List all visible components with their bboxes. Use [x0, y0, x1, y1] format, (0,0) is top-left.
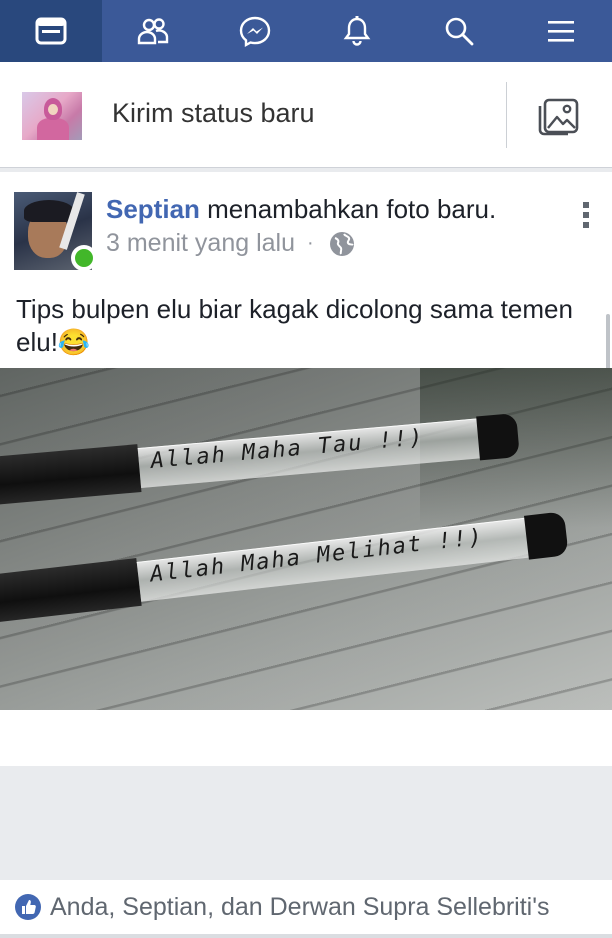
photo-content: Allah Maha Tau !!) Allah Maha Melihat !!…: [0, 368, 612, 710]
news-feed-icon: [35, 17, 67, 45]
nav-messenger[interactable]: [204, 0, 306, 62]
post-action-text: menambahkan foto baru.: [199, 194, 497, 224]
user-avatar[interactable]: [22, 92, 82, 140]
friends-icon: [137, 18, 169, 45]
post-options-button[interactable]: [582, 202, 590, 232]
search-icon: [445, 17, 474, 46]
like-icon: [15, 894, 41, 920]
pen: Allah Maha Melihat !!): [0, 509, 569, 624]
status-input[interactable]: Kirim status baru: [112, 98, 315, 129]
nav-menu[interactable]: [510, 0, 612, 62]
post-meta: 3 menit yang lalu ·: [106, 229, 356, 258]
hamburger-icon: [548, 21, 574, 42]
reaction-summary[interactable]: Anda, Septian, dan Derwan Supra Sellebri…: [0, 880, 612, 934]
composer-divider: [506, 82, 507, 148]
photo-icon[interactable]: [536, 94, 582, 138]
messenger-icon: [239, 16, 271, 48]
pen: Allah Maha Tau !!): [0, 411, 520, 506]
status-composer: Kirim status baru: [0, 62, 612, 168]
nav-friend-requests[interactable]: [102, 0, 204, 62]
post-divider: [0, 934, 612, 938]
nav-search[interactable]: [408, 0, 510, 62]
post-caption: Tips bulpen elu biar kagak dicolong sama…: [16, 294, 573, 357]
top-nav-bar: [0, 0, 612, 62]
nav-notifications[interactable]: [306, 0, 408, 62]
nav-news-feed[interactable]: [0, 0, 102, 62]
reaction-names: Anda, Septian, dan Derwan Supra Sellebri…: [50, 892, 550, 921]
post-headline: Septian menambahkan foto baru.: [106, 194, 496, 225]
author-name-link[interactable]: Septian: [106, 194, 200, 224]
bell-icon: [343, 16, 371, 46]
meta-separator: ·: [307, 232, 314, 254]
online-status-indicator: [71, 245, 97, 271]
post-timestamp[interactable]: 3 menit yang lalu: [106, 229, 295, 258]
globe-icon: [329, 231, 354, 256]
